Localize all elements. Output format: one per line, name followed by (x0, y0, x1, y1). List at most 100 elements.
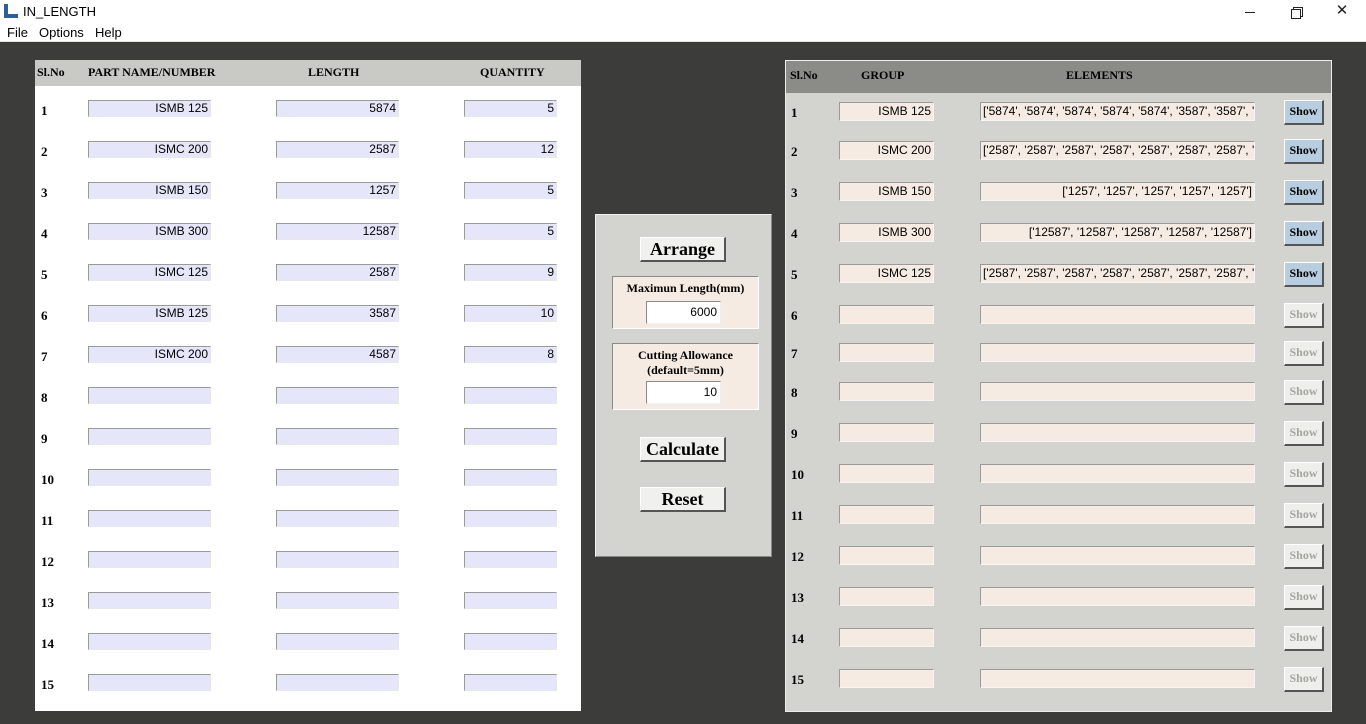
show-button[interactable]: Show (1284, 100, 1324, 125)
cutting-allowance-input[interactable]: 10 (646, 381, 721, 404)
group-field[interactable]: ISMB 150 (839, 182, 934, 201)
group-field[interactable] (839, 628, 934, 647)
quantity-input[interactable]: 12 (464, 141, 557, 158)
length-input[interactable] (276, 510, 399, 527)
quantity-input[interactable] (464, 633, 557, 650)
elements-field[interactable]: ['12587', '12587', '12587', '12587', '12… (980, 223, 1255, 242)
part-name-input[interactable]: ISMB 125 (88, 305, 211, 322)
group-field[interactable] (839, 343, 934, 362)
elements-field[interactable] (980, 669, 1255, 688)
show-button[interactable]: Show (1284, 303, 1324, 328)
close-button[interactable]: ✕ (1319, 0, 1365, 22)
elements-field[interactable] (980, 628, 1255, 647)
quantity-input[interactable] (464, 551, 557, 568)
quantity-input[interactable]: 5 (464, 223, 557, 240)
length-input[interactable] (276, 428, 399, 445)
group-field[interactable]: ISMC 200 (839, 141, 934, 160)
menu-file[interactable]: File (7, 25, 28, 40)
part-name-input[interactable] (88, 592, 211, 609)
part-name-input[interactable]: ISMB 300 (88, 223, 211, 240)
length-input[interactable] (276, 469, 399, 486)
length-input[interactable]: 1257 (276, 182, 399, 199)
length-input[interactable] (276, 633, 399, 650)
menu-help[interactable]: Help (95, 25, 122, 40)
show-button[interactable]: Show (1284, 544, 1324, 569)
group-field[interactable] (839, 464, 934, 483)
length-input[interactable]: 2587 (276, 264, 399, 281)
show-button[interactable]: Show (1284, 462, 1324, 487)
length-input[interactable]: 3587 (276, 305, 399, 322)
length-input[interactable]: 12587 (276, 223, 399, 240)
elements-field[interactable]: ['2587', '2587', '2587', '2587', '2587',… (980, 141, 1255, 160)
elements-field[interactable]: ['5874', '5874', '5874', '5874', '5874',… (980, 102, 1255, 121)
part-name-input[interactable]: ISMB 150 (88, 182, 211, 199)
show-button[interactable]: Show (1284, 626, 1324, 651)
length-input[interactable] (276, 551, 399, 568)
part-name-input[interactable] (88, 674, 211, 691)
quantity-input[interactable] (464, 387, 557, 404)
length-input[interactable]: 2587 (276, 141, 399, 158)
length-input[interactable] (276, 674, 399, 691)
elements-field[interactable]: ['1257', '1257', '1257', '1257', '1257'] (980, 182, 1255, 201)
quantity-input[interactable] (464, 592, 557, 609)
max-length-input[interactable]: 6000 (646, 301, 721, 324)
show-button[interactable]: Show (1284, 341, 1324, 366)
group-field[interactable] (839, 587, 934, 606)
quantity-input[interactable]: 10 (464, 305, 557, 322)
show-button[interactable]: Show (1284, 139, 1324, 164)
length-input[interactable]: 5874 (276, 100, 399, 117)
part-name-input[interactable] (88, 469, 211, 486)
part-name-input[interactable]: ISMC 200 (88, 141, 211, 158)
part-name-input[interactable]: ISMB 125 (88, 100, 211, 117)
show-button[interactable]: Show (1284, 585, 1324, 610)
show-button[interactable]: Show (1284, 667, 1324, 692)
show-button[interactable]: Show (1284, 503, 1324, 528)
elements-field[interactable] (980, 305, 1255, 324)
quantity-input[interactable]: 9 (464, 264, 557, 281)
group-field[interactable]: ISMB 125 (839, 102, 934, 121)
quantity-input[interactable]: 5 (464, 182, 557, 199)
length-input[interactable] (276, 592, 399, 609)
part-name-input[interactable] (88, 428, 211, 445)
menu-options[interactable]: Options (39, 25, 84, 40)
maximize-button[interactable] (1273, 0, 1319, 22)
length-input[interactable]: 4587 (276, 346, 399, 363)
quantity-input[interactable] (464, 510, 557, 527)
group-field[interactable] (839, 546, 934, 565)
elements-field[interactable] (980, 464, 1255, 483)
part-name-input[interactable] (88, 387, 211, 404)
elements-field[interactable] (980, 423, 1255, 442)
part-name-input[interactable] (88, 510, 211, 527)
part-name-input[interactable] (88, 551, 211, 568)
group-field[interactable] (839, 305, 934, 324)
show-button[interactable]: Show (1284, 380, 1324, 405)
quantity-input[interactable]: 5 (464, 100, 557, 117)
elements-field[interactable] (980, 505, 1255, 524)
quantity-input[interactable] (464, 428, 557, 445)
quantity-input[interactable]: 8 (464, 346, 557, 363)
elements-field[interactable] (980, 382, 1255, 401)
part-name-input[interactable]: ISMC 125 (88, 264, 211, 281)
elements-field[interactable] (980, 546, 1255, 565)
elements-field[interactable] (980, 343, 1255, 362)
show-button[interactable]: Show (1284, 180, 1324, 205)
quantity-input[interactable] (464, 674, 557, 691)
show-button[interactable]: Show (1284, 421, 1324, 446)
arrange-button[interactable]: Arrange (640, 237, 726, 262)
calculate-button[interactable]: Calculate (640, 437, 726, 462)
length-input[interactable] (276, 387, 399, 404)
show-button[interactable]: Show (1284, 221, 1324, 246)
elements-field[interactable]: ['2587', '2587', '2587', '2587', '2587',… (980, 264, 1255, 283)
minimize-button[interactable] (1227, 0, 1273, 22)
reset-button[interactable]: Reset (640, 487, 726, 512)
group-field[interactable] (839, 505, 934, 524)
group-field[interactable] (839, 423, 934, 442)
group-field[interactable] (839, 382, 934, 401)
show-button[interactable]: Show (1284, 262, 1324, 287)
elements-field[interactable] (980, 587, 1255, 606)
group-field[interactable]: ISMC 125 (839, 264, 934, 283)
quantity-input[interactable] (464, 469, 557, 486)
group-field[interactable] (839, 669, 934, 688)
part-name-input[interactable] (88, 633, 211, 650)
group-field[interactable]: ISMB 300 (839, 223, 934, 242)
